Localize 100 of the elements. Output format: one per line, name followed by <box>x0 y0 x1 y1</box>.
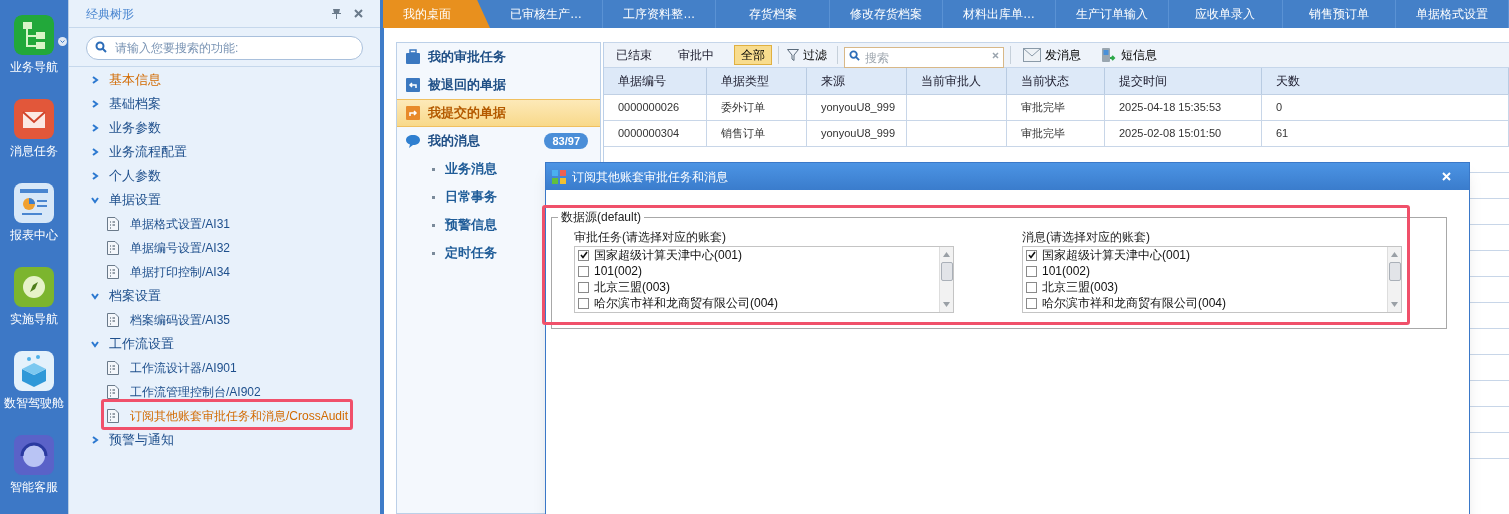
tree-item[interactable]: 工作流管理控制台/AI902 <box>130 383 261 401</box>
rail-label[interactable]: 业务导航 <box>10 58 58 76</box>
document-icon <box>107 385 119 399</box>
column-header[interactable]: 天数 <box>1262 68 1509 94</box>
tree-item[interactable]: 工作流设计器/AI901 <box>130 359 237 377</box>
tree-item[interactable]: 单据设置 <box>109 190 161 210</box>
nav-label: 我提交的单据 <box>428 104 507 123</box>
checkbox[interactable] <box>578 297 589 309</box>
clear-icon[interactable] <box>992 51 999 59</box>
checkbox[interactable] <box>1026 281 1037 293</box>
nav-subitem[interactable]: 业务消息 <box>445 159 497 179</box>
tree-item[interactable]: 业务流程配置 <box>109 142 187 162</box>
tree-item[interactable]: 单据编号设置/AI32 <box>130 239 231 257</box>
checkbox-label[interactable]: 国家超级计算天津中心(001) <box>594 247 742 263</box>
pin-icon[interactable] <box>331 8 342 19</box>
checkbox-label[interactable]: 101(002) <box>594 263 643 279</box>
scroll-up-icon[interactable] <box>943 252 950 257</box>
tree-item[interactable]: 档案设置 <box>109 286 161 306</box>
rail-label[interactable]: 智能客服 <box>10 478 58 496</box>
nav-item[interactable]: 我的消息 83/97 <box>397 127 600 155</box>
document-icon <box>107 361 119 375</box>
tab[interactable]: 存货档案 <box>716 0 830 28</box>
compass-icon <box>14 267 54 307</box>
headset-avatar-icon <box>14 435 54 475</box>
column-header[interactable]: 提交时间 <box>1105 68 1262 94</box>
nav-item[interactable]: 被退回的单据 <box>397 71 600 99</box>
chevron-right-icon[interactable] <box>91 76 99 84</box>
tab[interactable]: 销售预订单 <box>1282 0 1396 28</box>
checkbox[interactable] <box>1026 249 1037 261</box>
tab[interactable]: 单据格式设置 <box>1395 0 1509 28</box>
nav-subitem[interactable]: 日常事务 <box>445 187 497 207</box>
chevron-right-icon[interactable] <box>91 124 99 132</box>
search-field[interactable]: 请输入您要搜索的功能: <box>86 36 363 60</box>
tab[interactable]: 应收单录入 <box>1169 0 1283 28</box>
tree-item[interactable]: 基础档案 <box>109 94 161 114</box>
filter-button[interactable]: 过滤 <box>787 46 827 64</box>
chevron-right-icon[interactable] <box>91 172 99 180</box>
table-cell-text: 审批完毕 <box>1021 126 1065 142</box>
checkbox[interactable] <box>578 281 589 293</box>
tree-item[interactable]: 档案编码设置/AI35 <box>130 311 231 329</box>
column-header[interactable]: 单据类型 <box>707 68 807 94</box>
chevron-right-icon[interactable] <box>91 148 99 156</box>
rail-label[interactable]: 数智驾驶舱 <box>4 394 64 412</box>
checkbox-label[interactable]: 101(002) <box>1042 263 1091 279</box>
rail-label[interactable]: 消息任务 <box>10 142 58 160</box>
table-cell-text: 2025-04-18 15:35:53 <box>1119 100 1222 116</box>
checkbox-label[interactable]: 哈尔滨市祥和龙商贸有限公司(004) <box>594 295 778 311</box>
tab[interactable]: 生产订单输入 <box>1056 0 1170 28</box>
scrollbar[interactable] <box>1387 247 1401 312</box>
chevron-down-icon[interactable] <box>91 340 99 348</box>
checkbox-label[interactable]: 哈尔滨市祥和龙商贸有限公司(004) <box>1042 295 1226 311</box>
tab[interactable]: 修改存货档案 <box>829 0 943 28</box>
column-header[interactable]: 当前审批人 <box>907 68 1007 94</box>
count-badge: 83/97 <box>544 132 588 150</box>
filter-button[interactable]: 审批中 <box>672 45 720 65</box>
tree-item[interactable]: 业务参数 <box>109 118 161 138</box>
bullet-icon <box>432 223 435 227</box>
nav-subitem[interactable]: 定时任务 <box>445 243 497 263</box>
dropdown-icon[interactable] <box>58 37 67 46</box>
checkbox-label[interactable]: 北京三盟(003) <box>1042 279 1118 295</box>
filter-button[interactable]: 已结束 <box>610 45 658 65</box>
action-button[interactable]: 短信息 <box>1101 46 1157 64</box>
scroll-down-icon[interactable] <box>943 302 950 307</box>
checkbox[interactable] <box>578 249 589 261</box>
scroll-down-icon[interactable] <box>1391 302 1398 307</box>
rail-label[interactable]: 实施导航 <box>10 310 58 328</box>
chevron-right-icon[interactable] <box>91 100 99 108</box>
tab[interactable]: 工序资料整… <box>603 0 717 28</box>
scroll-up-icon[interactable] <box>1391 252 1398 257</box>
chevron-down-icon[interactable] <box>91 292 99 300</box>
tree-item[interactable]: 预警与通知 <box>109 430 174 450</box>
funnel-icon <box>787 49 799 61</box>
checkbox-label[interactable]: 北京三盟(003) <box>594 279 670 295</box>
rail-label[interactable]: 报表中心 <box>10 226 58 244</box>
tree-item[interactable]: 单据打印控制/AI34 <box>130 263 231 281</box>
filter-button[interactable]: 全部 <box>734 45 772 65</box>
search-field[interactable]: 搜索 <box>844 47 1004 68</box>
chevron-down-icon[interactable] <box>91 196 99 204</box>
nav-item[interactable]: 我提交的单据 <box>397 99 600 127</box>
checkbox[interactable] <box>1026 297 1037 309</box>
table-cell-text: 0000000304 <box>618 126 680 142</box>
column-header[interactable]: 来源 <box>807 68 907 94</box>
table-cell-text: yonyouU8_999 <box>821 126 895 142</box>
action-button[interactable]: 发消息 <box>1023 46 1081 64</box>
nav-subitem[interactable]: 预警信息 <box>445 215 497 235</box>
checkbox[interactable] <box>578 265 589 277</box>
nav-label: 我的消息 <box>428 132 481 151</box>
close-icon[interactable] <box>354 9 363 18</box>
chevron-right-icon[interactable] <box>91 436 99 444</box>
tab[interactable]: 材料出库单… <box>942 0 1057 28</box>
column-header[interactable]: 单据编号 <box>604 68 707 94</box>
column-header[interactable]: 当前状态 <box>1007 68 1105 94</box>
tree-item[interactable]: 工作流设置 <box>109 334 174 354</box>
scrollbar[interactable] <box>939 247 953 312</box>
checkbox[interactable] <box>1026 265 1037 277</box>
tab[interactable]: 已审核生产… <box>490 0 604 28</box>
tree-item[interactable]: 单据格式设置/AI31 <box>130 215 231 233</box>
nav-item[interactable]: 我的审批任务 <box>397 43 600 71</box>
tree-item[interactable]: 个人参数 <box>109 166 161 186</box>
checkbox-label[interactable]: 国家超级计算天津中心(001) <box>1042 247 1190 263</box>
